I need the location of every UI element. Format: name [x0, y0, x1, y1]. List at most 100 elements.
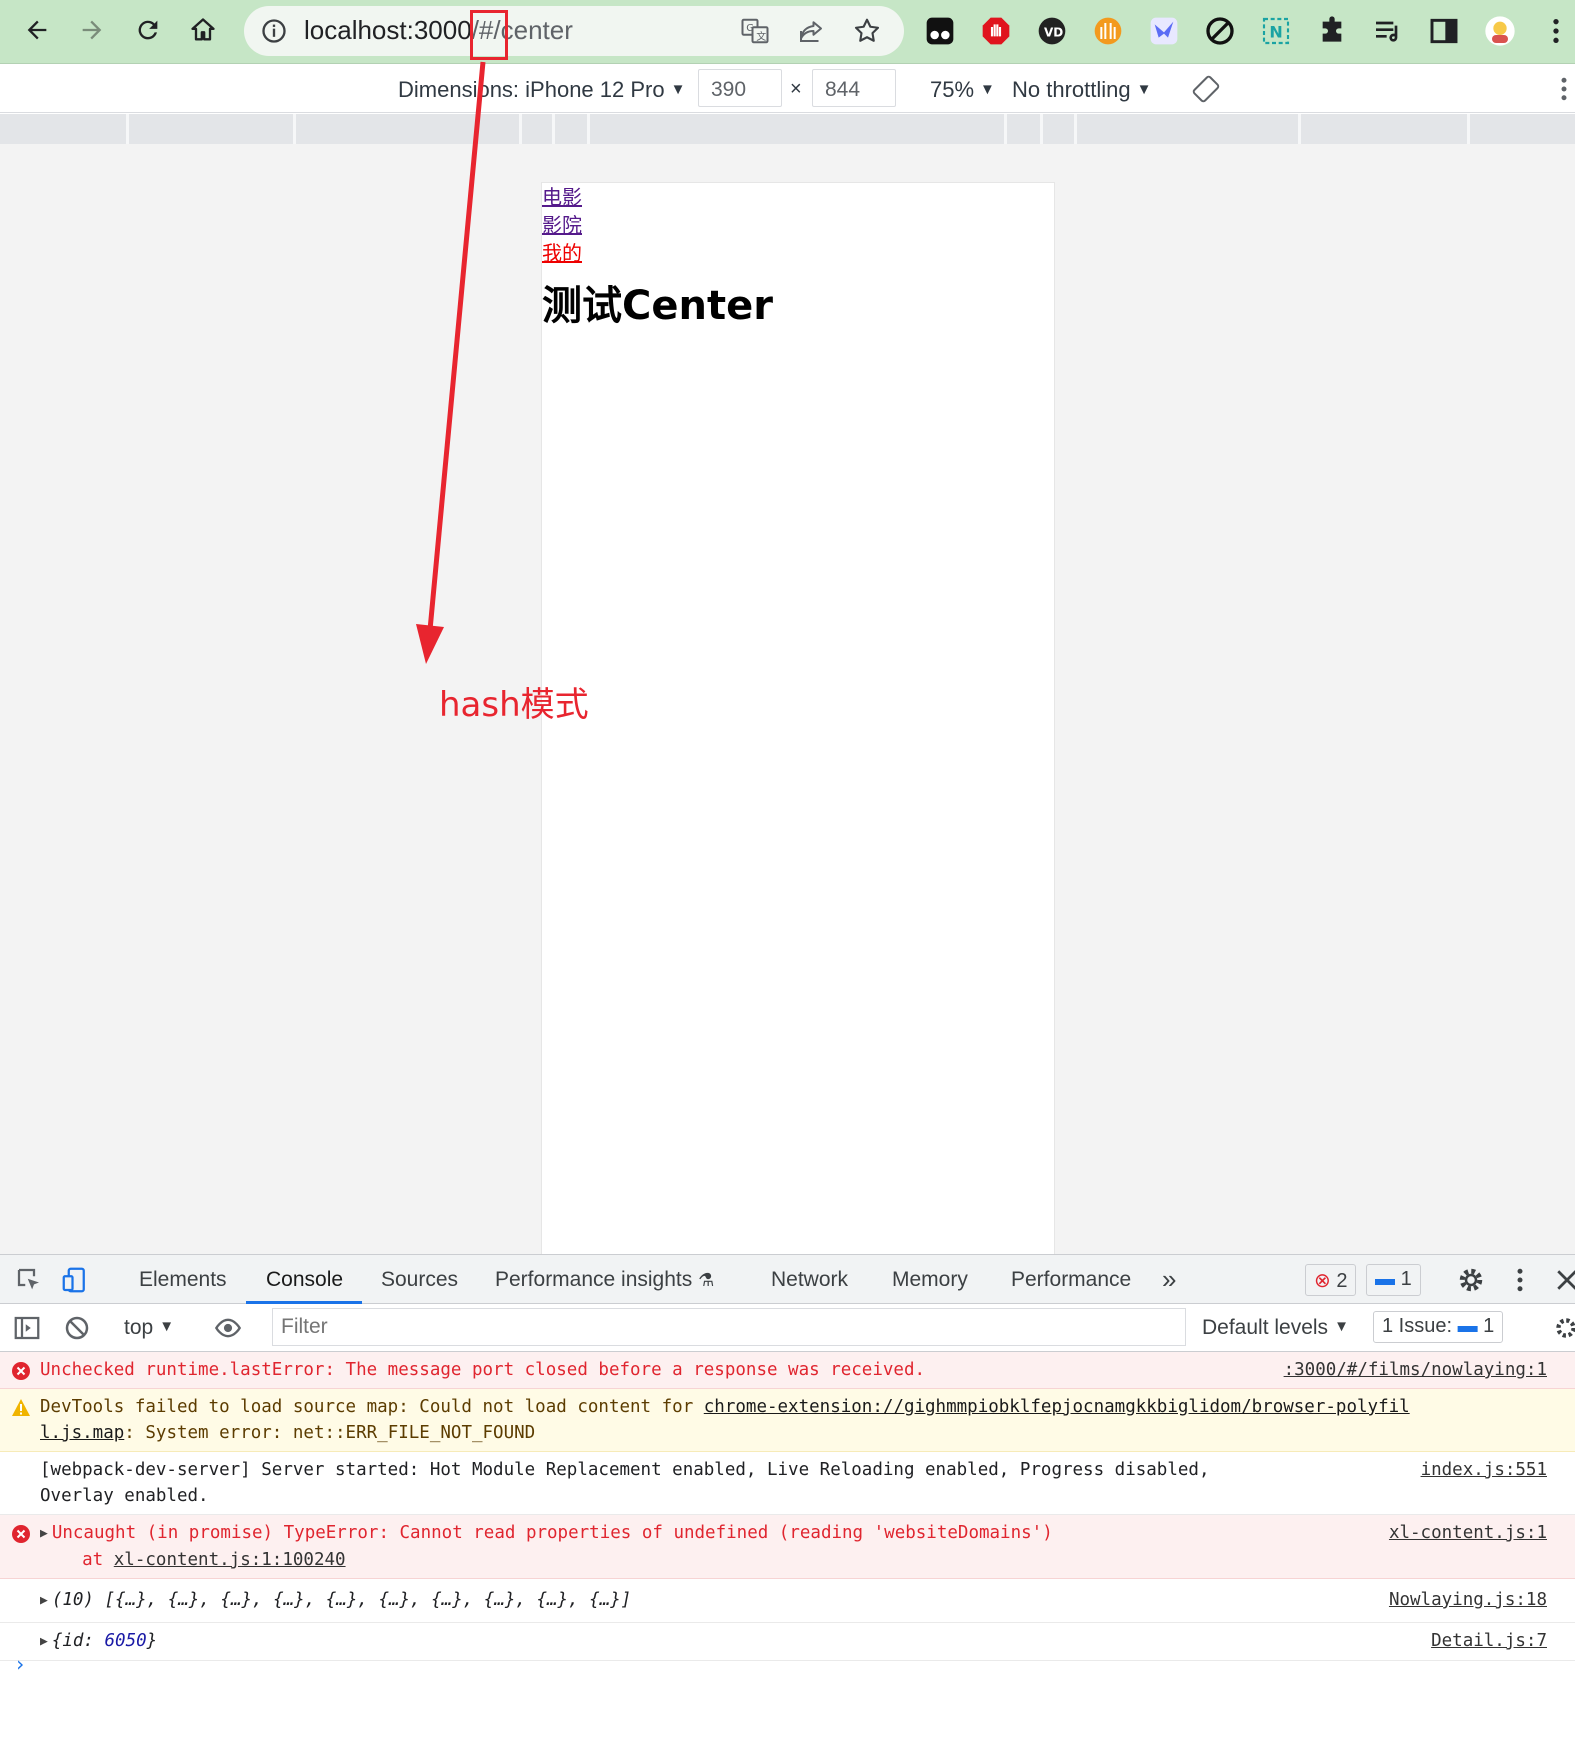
message-source-link[interactable]: xl-content.js:1 [1389, 1520, 1547, 1546]
zoom-select[interactable]: 75% ▼ [930, 77, 995, 103]
expand-triangle-icon[interactable]: ▶ [40, 1588, 48, 1614]
levels-caret-icon: ▼ [1334, 1318, 1349, 1335]
close-devtools-icon[interactable] [1552, 1265, 1575, 1295]
reading-list-icon[interactable] [1370, 13, 1406, 49]
home-button[interactable] [181, 8, 225, 52]
home-icon [191, 18, 215, 41]
back-arrow-icon [27, 20, 47, 40]
message-source-link[interactable]: Detail.js:7 [1431, 1628, 1547, 1654]
throttling-value: No throttling [1012, 77, 1131, 102]
block-extension-icon[interactable] [1202, 13, 1238, 49]
device-height-input[interactable]: 844 [812, 69, 896, 107]
tab-sources[interactable]: Sources [381, 1268, 458, 1292]
console-message-log[interactable]: ▶ {id: 6050} Detail.js:7 [0, 1623, 1575, 1661]
tab-network[interactable]: Network [771, 1268, 848, 1292]
clear-console-icon[interactable] [62, 1313, 92, 1343]
console-message-info[interactable]: [webpack-dev-server] Server started: Hot… [0, 1452, 1575, 1515]
tab-elements[interactable]: Elements [139, 1268, 227, 1292]
tab-console[interactable]: Console [266, 1268, 343, 1292]
message-source-link[interactable]: index.js:551 [1421, 1457, 1547, 1483]
sidebar-toggle-icon[interactable] [12, 1313, 42, 1343]
console-message-error[interactable]: Unchecked runtime.lastError: The message… [0, 1352, 1575, 1389]
nav-link-films[interactable]: 电影 [542, 183, 1054, 211]
tab-performance-insights[interactable]: Performance insights ⚗ [495, 1268, 714, 1292]
console-prompt[interactable]: › [14, 1651, 26, 1677]
message-count-badge[interactable]: ▬ 1 [1366, 1264, 1421, 1296]
ruler-tick [293, 114, 296, 144]
back-button[interactable] [15, 8, 59, 52]
object-value: 6050 [104, 1631, 147, 1651]
issues-button[interactable]: 1 Issue: ▬ 1 [1373, 1311, 1504, 1343]
message-count: 1 [1400, 1268, 1412, 1290]
nav-link-cinemas[interactable]: 影院 [542, 211, 1054, 239]
inspect-element-icon[interactable] [14, 1265, 44, 1295]
message-source-link[interactable]: :3000/#/films/nowlaying:1 [1284, 1357, 1547, 1383]
live-expression-eye-icon[interactable] [212, 1314, 244, 1342]
more-tabs-chevron-icon[interactable]: » [1162, 1264, 1176, 1295]
side-panel-icon[interactable] [1426, 13, 1462, 49]
bird-extension-icon[interactable] [1146, 13, 1182, 49]
tampermonkey-extension-icon[interactable] [922, 13, 958, 49]
adblock-extension-icon[interactable] [978, 13, 1014, 49]
warning-suffix: : System error: net::ERR_FILE_NOT_FOUND [124, 1423, 536, 1443]
reload-icon [138, 20, 158, 40]
settings-gear-icon[interactable] [1456, 1265, 1486, 1295]
nav-link-center[interactable]: 我的 [542, 239, 1054, 267]
source-map-link-cont[interactable]: l.js.map [40, 1423, 124, 1443]
device-select[interactable]: Dimensions: iPhone 12 Pro ▼ [398, 77, 685, 103]
site-info-icon[interactable] [260, 17, 288, 45]
log-levels-value: Default levels [1202, 1316, 1329, 1339]
console-filter-input[interactable] [272, 1308, 1186, 1346]
ruler-tick [1004, 114, 1007, 144]
log-levels-select[interactable]: Default levels ▼ [1202, 1316, 1349, 1340]
annotation-label: hash模式 [439, 685, 589, 725]
devtools-menu-icon[interactable] [1505, 1265, 1535, 1295]
issues-count: 1 [1483, 1315, 1495, 1337]
ruler-tick [126, 114, 129, 144]
stack-frame-link[interactable]: xl-content.js:1:100240 [114, 1550, 346, 1570]
ruler-tick [587, 114, 590, 144]
media-query-ruler[interactable] [0, 114, 1575, 144]
profile-avatar-icon[interactable] [1482, 13, 1518, 49]
device-options-icon[interactable] [1552, 74, 1575, 104]
vue-devtools-extension-icon[interactable]: VD [1034, 13, 1070, 49]
device-width-input[interactable]: 390 [698, 69, 782, 107]
ruler-tick [552, 114, 555, 144]
url-host: localhost:3000 [304, 15, 472, 45]
console-toolbar: top ▼ Default levels ▼ 1 Issue: ▬ 1 [0, 1304, 1575, 1352]
ruler-tick [1074, 114, 1077, 144]
tab-performance[interactable]: Performance [1011, 1268, 1131, 1292]
console-settings-gear-icon[interactable] [1553, 1314, 1575, 1342]
device-toggle-icon[interactable] [60, 1265, 90, 1295]
tab-memory[interactable]: Memory [892, 1268, 968, 1292]
console-message-log[interactable]: ▶ (10) [{…}, {…}, {…}, {…}, {…}, {…}, {…}… [0, 1579, 1575, 1623]
browser-menu-icon[interactable] [1538, 13, 1574, 49]
expand-triangle-icon[interactable]: ▶ [40, 1629, 48, 1655]
error-icon [12, 1525, 30, 1543]
extensions-puzzle-icon[interactable] [1314, 13, 1350, 49]
address-bar[interactable]: localhost:3000/#/center G文 [244, 6, 904, 56]
console-message-error[interactable]: ▶ Uncaught (in promise) TypeError: Cannot… [0, 1515, 1575, 1579]
emulation-stage: 电影 影院 我的 测试Center [0, 144, 1575, 1254]
message-source-link[interactable]: Nowlaying.js:18 [1389, 1587, 1547, 1613]
nimbus-extension-icon[interactable]: N [1258, 13, 1294, 49]
error-count-badge[interactable]: ⊗ 2 [1305, 1264, 1357, 1296]
orange-extension-icon[interactable] [1090, 13, 1126, 49]
bookmark-star-icon[interactable] [852, 16, 882, 46]
context-select[interactable]: top ▼ [124, 1316, 174, 1340]
message-icon: ▬ [1375, 1268, 1395, 1290]
ruler-tick [519, 114, 522, 144]
expand-triangle-icon[interactable]: ▶ [40, 1521, 48, 1547]
share-icon[interactable] [796, 16, 826, 46]
console-message-warning[interactable]: DevTools failed to load source map: Coul… [0, 1389, 1575, 1452]
forward-button[interactable] [70, 8, 114, 52]
throttling-select[interactable]: No throttling ▼ [1012, 77, 1151, 103]
issue-icon: ▬ [1457, 1315, 1478, 1337]
reload-button[interactable] [126, 8, 170, 52]
rotate-icon[interactable] [1191, 74, 1221, 104]
zoom-caret-icon: ▼ [980, 81, 995, 98]
source-map-link[interactable]: chrome-extension://gighmmpiobklfepjocnam… [704, 1397, 1410, 1417]
throttling-caret-icon: ▼ [1136, 81, 1152, 98]
url-text[interactable]: localhost:3000/#/center [304, 15, 573, 46]
translate-icon[interactable]: G文 [740, 16, 770, 46]
